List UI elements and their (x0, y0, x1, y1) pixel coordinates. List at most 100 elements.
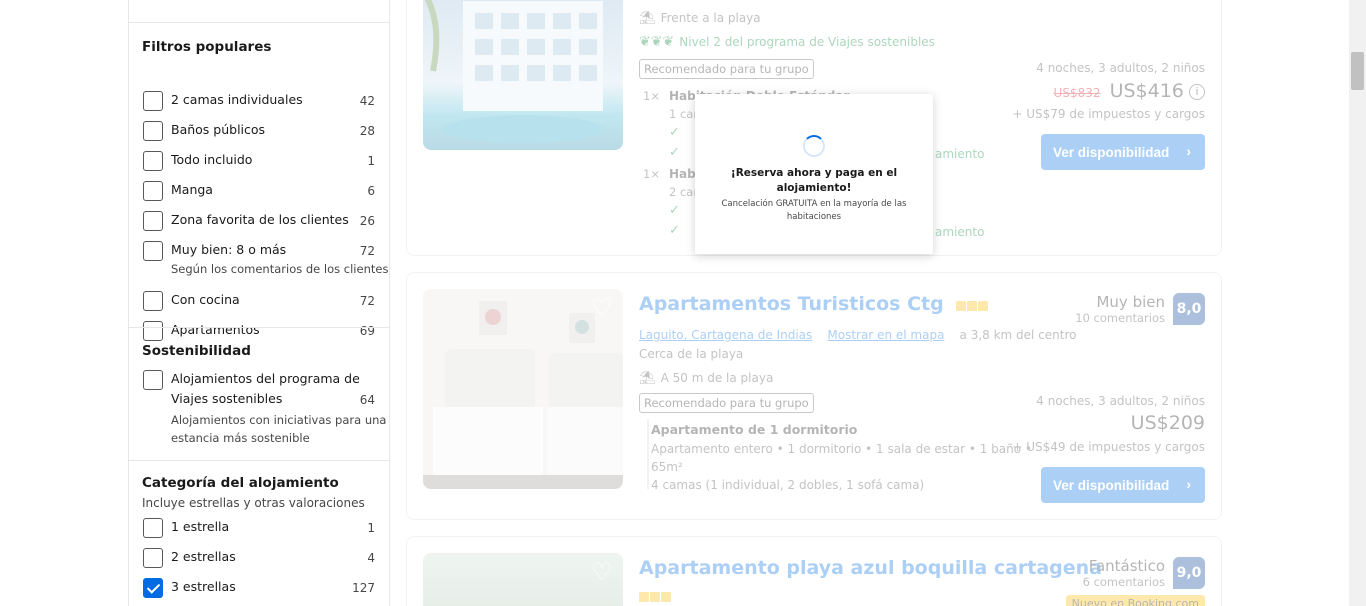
property-name[interactable]: Apartamento playa azul boquilla cartagen… (639, 557, 1102, 579)
unit-size: 65m² (651, 460, 683, 474)
vertical-scrollbar[interactable] (1349, 0, 1366, 606)
checkbox[interactable] (143, 91, 163, 111)
property-card[interactable]: ♡ Apartamento playa azul boquilla cartag… (406, 536, 1222, 606)
filter-sustainable-program[interactable]: Alojamientos del programa de Viajes sost… (143, 370, 375, 410)
filter-all-inclusive[interactable]: Todo incluido 1 (143, 151, 375, 173)
popular-filters-title: Filtros populares (142, 39, 272, 55)
property-photo[interactable] (423, 0, 623, 150)
property-name[interactable]: Apartamentos Turisticos Ctg (639, 293, 989, 316)
filter-count: 1 (367, 154, 375, 168)
filter-label: 2 estrellas (171, 549, 236, 564)
filter-two-single-beds[interactable]: 2 camas individuales 42 (143, 91, 375, 113)
filter-public-baths[interactable]: Baños públicos 28 (143, 121, 375, 143)
score-word: Fantástico (1088, 557, 1165, 575)
checkbox[interactable] (143, 151, 163, 171)
property-photo[interactable]: ♡ (423, 553, 623, 606)
check-availability-button[interactable]: Ver disponibilidad › (1041, 134, 1205, 170)
checkbox[interactable] (143, 241, 163, 261)
checkbox[interactable] (143, 291, 163, 311)
filter-manga[interactable]: Manga 6 (143, 181, 375, 203)
checkbox[interactable] (143, 518, 163, 538)
checkbox[interactable] (143, 121, 163, 141)
property-name-text[interactable]: Apartamentos Turisticos Ctg (639, 293, 944, 315)
check-icon: ✓ (669, 145, 680, 160)
price-block: US$832 US$416 i (1054, 80, 1205, 102)
filter-kitchen[interactable]: Con cocina 72 (143, 291, 375, 313)
checkbox[interactable] (143, 181, 163, 201)
old-price: US$832 (1053, 86, 1101, 100)
filter-label: Alojamientos del programa de (171, 371, 360, 386)
filter-count: 64 (359, 393, 375, 407)
sustainable-text: Nivel 2 del programa de Viajes sostenibl… (679, 35, 935, 49)
reserve-now-modal: ¡Reserva ahora y paga en el alojamiento!… (695, 94, 933, 254)
filter-3-stars[interactable]: 3 estrellas 127 (143, 578, 375, 600)
checkbox[interactable] (143, 548, 163, 568)
filters-sidebar: Filtros populares 2 camas individuales 4… (128, 0, 390, 606)
filter-note-line2: estancia más sostenible (171, 431, 310, 445)
stay-summary: 4 noches, 3 adultos, 2 niños (1036, 61, 1205, 75)
review-score[interactable]: 8,0 (1173, 293, 1205, 325)
filter-label: 3 estrellas (171, 579, 236, 594)
beach-umbrella-icon: ⛱ (639, 11, 656, 26)
taxes-text: + US$79 de impuestos y cargos (1012, 107, 1205, 121)
new-badge: Nuevo en Booking.com (1065, 595, 1205, 606)
distance-text: a 3,8 km del centro (959, 328, 1077, 342)
results-list: ⛱ Frente a la playa ❦❦❦ Nivel 2 del prog… (406, 0, 1222, 606)
filter-count: 26 (359, 214, 375, 228)
beach-umbrella-icon: ⛱ (639, 371, 656, 386)
heart-icon[interactable]: ♡ (589, 295, 615, 321)
category-section: Categoría del alojamiento Incluye estrel… (129, 460, 389, 606)
unit-name: Apartamento de 1 dormitorio (651, 422, 858, 437)
filter-favorite-zone[interactable]: Zona favorita de los clientes 26 (143, 211, 375, 233)
sustainability-title: Sostenibilidad (142, 343, 251, 359)
check-icon: ✓ (669, 223, 680, 238)
info-icon[interactable]: i (1189, 84, 1205, 100)
checkbox[interactable] (143, 211, 163, 231)
button-label: Ver disponibilidad (1053, 144, 1170, 160)
taxes-text: + US$49 de impuestos y cargos (1012, 440, 1205, 454)
property-card[interactable]: ♡ Apartamentos Turisticos Ctg Laguito, C… (406, 272, 1222, 520)
beach-distance-row: ⛱ A 50 m de la playa (639, 367, 773, 386)
filter-count: 42 (359, 94, 375, 108)
filter-count: 6 (367, 184, 375, 198)
star-rating (956, 294, 989, 316)
checkbox[interactable] (143, 370, 163, 390)
loading-spinner-icon (803, 135, 825, 157)
leaf-icon: ❦❦❦ (639, 34, 675, 50)
filter-count: 28 (359, 124, 375, 138)
room-qty: 1× (643, 89, 660, 103)
beach-distance-text: A 50 m de la playa (660, 371, 774, 385)
recommended-badge: Recomendado para tu grupo (639, 393, 814, 413)
room-qty: 1× (643, 167, 660, 181)
location-row: Laguito, Cartagena de Indias Mostrar en … (639, 324, 1077, 343)
filter-label-line2: Viajes sostenibles (171, 391, 283, 406)
check-icon: ✓ (669, 203, 680, 218)
filter-very-good[interactable]: Muy bien: 8 o más 72 (143, 241, 375, 263)
heart-icon[interactable]: ♡ (589, 559, 615, 585)
score-word: Muy bien (1096, 293, 1165, 311)
show-map-link[interactable]: Mostrar en el mapa (827, 328, 944, 342)
checkbox-checked[interactable] (143, 578, 163, 598)
room-policy-text: amiento (935, 225, 985, 239)
check-availability-button[interactable]: Ver disponibilidad › (1041, 467, 1205, 503)
chevron-right-icon: › (1186, 143, 1191, 159)
review-summary[interactable]: Muy bien 10 comentarios (1075, 293, 1165, 325)
recommended-badge: Recomendado para tu grupo (639, 59, 814, 79)
beach-text: Frente a la playa (660, 11, 761, 25)
popular-filters-section: Filtros populares 2 camas individuales 4… (129, 22, 389, 341)
check-icon: ✓ (669, 125, 680, 140)
scrollbar-thumb[interactable] (1351, 52, 1364, 90)
filter-2-stars[interactable]: 2 estrellas 4 (143, 548, 375, 570)
filter-label: Manga (171, 182, 213, 197)
filter-note: Según los comentarios de los clientes (171, 262, 389, 276)
review-score[interactable]: 9,0 (1173, 557, 1205, 589)
location-link[interactable]: Laguito, Cartagena de Indias (639, 328, 812, 342)
property-photo[interactable]: ♡ (423, 289, 623, 489)
beach-front-row: ⛱ Frente a la playa (639, 7, 761, 26)
current-price: US$416 (1109, 80, 1184, 102)
review-summary[interactable]: Fantástico 6 comentarios (1083, 557, 1165, 589)
filter-count: 4 (367, 551, 375, 565)
filter-1-star[interactable]: 1 estrella 1 (143, 518, 375, 540)
filter-label: 2 camas individuales (171, 92, 303, 107)
filter-count: 72 (359, 244, 375, 258)
